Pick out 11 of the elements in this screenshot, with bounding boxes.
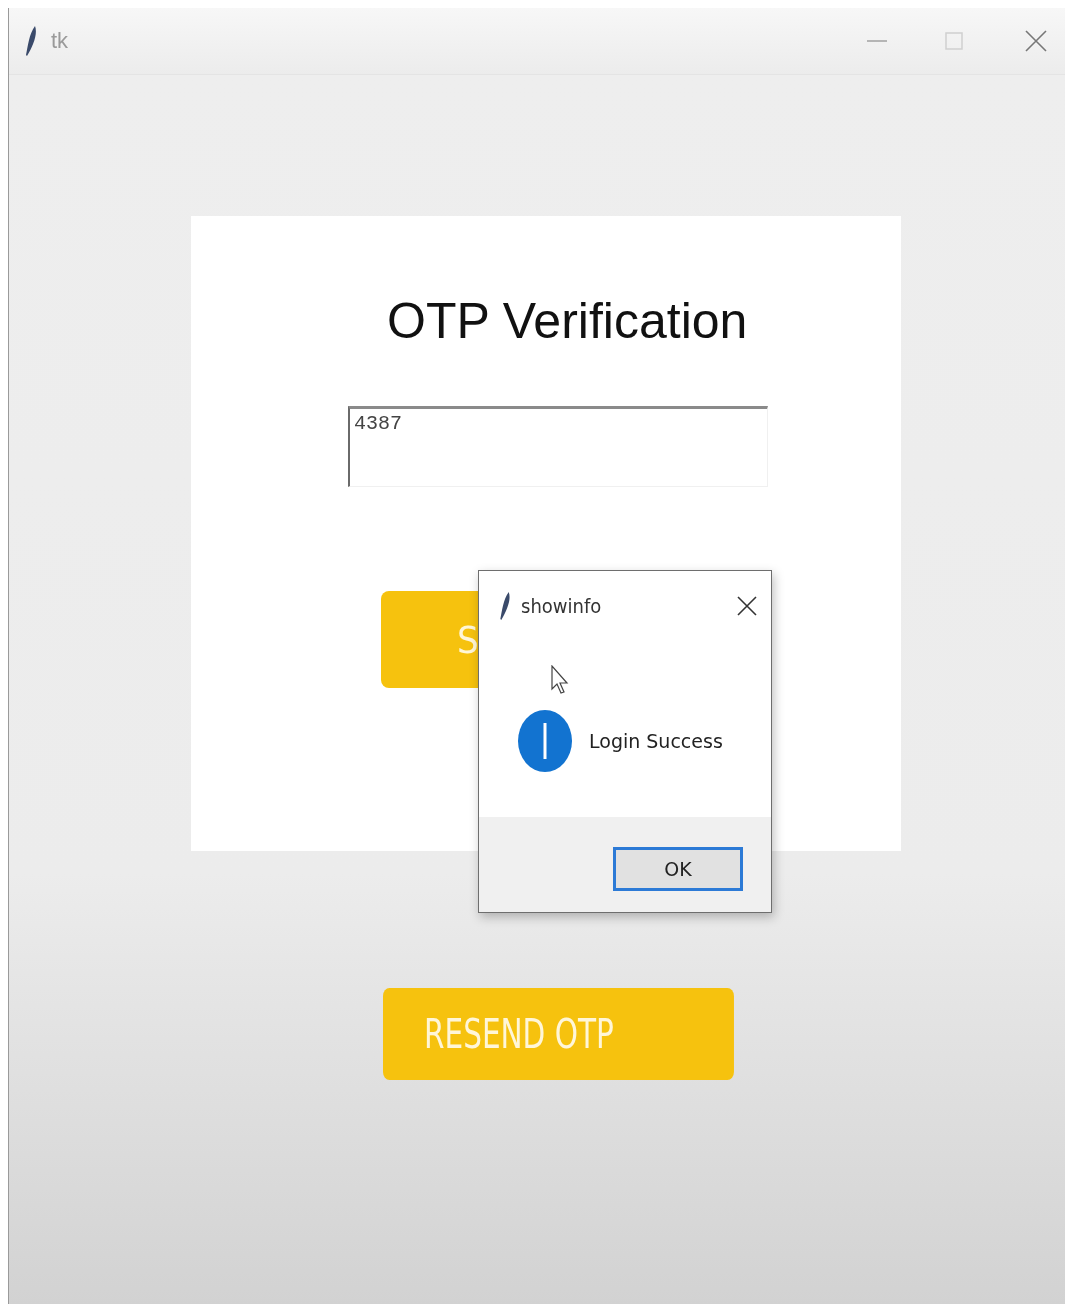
otp-field[interactable]: 4387 xyxy=(348,406,768,487)
dialog-title: showinfo xyxy=(521,594,603,618)
ok-button[interactable]: OK xyxy=(613,846,743,891)
window-title: tk xyxy=(51,28,70,54)
feather-icon xyxy=(25,26,37,56)
feather-icon xyxy=(499,592,511,620)
info-icon xyxy=(517,709,573,773)
close-icon[interactable] xyxy=(737,596,757,616)
dialog-message: Login Success xyxy=(589,730,723,752)
cursor-icon xyxy=(551,665,571,695)
card-title: OTP Verification xyxy=(387,292,748,350)
